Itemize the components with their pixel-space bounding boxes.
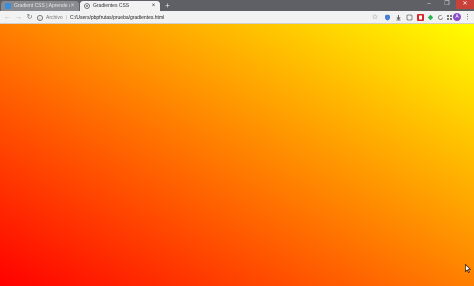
- download-extension-icon[interactable]: [395, 14, 402, 21]
- url-separator: |: [65, 14, 67, 21]
- refresh-extension-icon[interactable]: [437, 14, 444, 21]
- close-window-button[interactable]: ✕: [456, 0, 474, 9]
- gradient-background: [0, 24, 474, 286]
- tab-gradient-css-aprende[interactable]: Gradient CSS | Aprende a crear degradado…: [1, 1, 79, 11]
- tab-strip: Gradient CSS | Aprende a crear degradado…: [0, 0, 474, 11]
- page-viewport: [0, 24, 474, 286]
- bookmark-star-icon[interactable]: ☆: [371, 13, 379, 22]
- menu-kebab-icon[interactable]: ⋮: [464, 13, 471, 22]
- tab-title: Gradientes CSS: [93, 3, 130, 9]
- browser-window: Gradient CSS | Aprende a crear degradado…: [0, 0, 474, 286]
- forward-arrow-icon[interactable]: →: [14, 13, 23, 22]
- css-favicon-icon: [5, 3, 11, 9]
- mouse-cursor-icon: [465, 264, 471, 273]
- minimize-button[interactable]: –: [420, 0, 438, 9]
- back-arrow-icon[interactable]: ←: [3, 13, 12, 22]
- tab-gradientes-css[interactable]: Gradientes CSS ×: [80, 1, 160, 11]
- pocket-extension-icon[interactable]: [406, 14, 413, 21]
- maximize-button[interactable]: ❐: [438, 0, 456, 9]
- tab-close-icon[interactable]: ×: [70, 3, 75, 9]
- browser-toolbar: ← → ↻ i Archivo | C:/Users/pbpfrutas/pru…: [0, 11, 474, 24]
- pdf-extension-icon[interactable]: [417, 14, 424, 21]
- new-tab-button[interactable]: +: [163, 1, 172, 10]
- tab-close-icon[interactable]: ×: [151, 3, 156, 9]
- profile-avatar[interactable]: A: [453, 13, 461, 21]
- grid-extension-icon[interactable]: [446, 14, 453, 21]
- page-favicon-icon: [84, 3, 90, 9]
- address-bar[interactable]: i Archivo | C:/Users/pbpfrutas/prueba/gr…: [37, 13, 382, 22]
- url-scheme: Archivo: [46, 14, 63, 21]
- feedly-extension-icon[interactable]: [427, 14, 434, 21]
- window-controls: – ❐ ✕: [420, 0, 474, 9]
- info-icon[interactable]: i: [37, 14, 43, 21]
- shield-extension-icon[interactable]: [384, 14, 391, 21]
- reload-icon[interactable]: ↻: [25, 13, 34, 22]
- tab-title: Gradient CSS | Aprende a crear degradado…: [14, 3, 70, 9]
- url-text: C:/Users/pbpfrutas/prueba/gradientes.htm…: [70, 14, 165, 21]
